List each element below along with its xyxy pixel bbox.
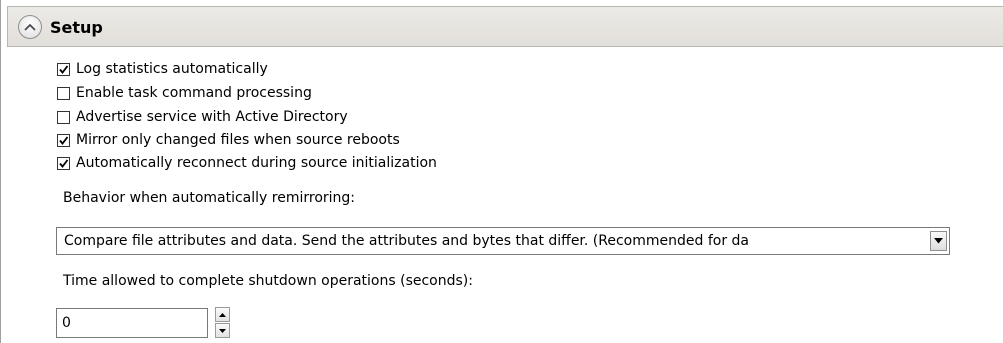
- remirror-label: Behavior when automatically remirroring:: [63, 190, 356, 206]
- section-title: Setup: [50, 18, 103, 37]
- option-label: Log statistics automatically: [76, 61, 268, 77]
- check-icon: [59, 64, 69, 74]
- checkbox[interactable]: [57, 133, 70, 147]
- spin-up-icon: [219, 312, 226, 317]
- option-auto-reconnect[interactable]: Automatically reconnect during source in…: [57, 154, 437, 172]
- option-label: Mirror only changed files when source re…: [76, 132, 400, 148]
- collapse-button[interactable]: [18, 15, 42, 39]
- shutdown-label: Time allowed to complete shutdown operat…: [63, 273, 473, 289]
- checkbox[interactable]: [57, 62, 70, 76]
- check-icon: [59, 135, 69, 145]
- checkbox[interactable]: [57, 110, 70, 124]
- remirror-select[interactable]: Compare file attributes and data. Send t…: [56, 227, 950, 255]
- option-label: Automatically reconnect during source in…: [76, 155, 437, 171]
- spin-down-icon: [219, 328, 226, 333]
- spin-down-button[interactable]: [215, 323, 230, 338]
- remirror-selected-value: Compare file attributes and data. Send t…: [64, 233, 750, 249]
- checkbox[interactable]: [57, 86, 70, 100]
- spin-up-button[interactable]: [215, 307, 230, 322]
- setup-panel: Setup Log statistics automatically Enabl…: [0, 0, 1003, 343]
- section-header[interactable]: Setup: [7, 6, 1003, 47]
- checkbox[interactable]: [57, 156, 70, 170]
- option-label: Enable task command processing: [76, 85, 312, 101]
- option-mirror-changed[interactable]: Mirror only changed files when source re…: [57, 131, 400, 149]
- option-log-statistics[interactable]: Log statistics automatically: [57, 60, 268, 78]
- dropdown-button[interactable]: [930, 231, 947, 251]
- shutdown-seconds-input[interactable]: 0: [56, 308, 208, 338]
- option-task-command[interactable]: Enable task command processing: [57, 84, 312, 102]
- chevron-up-icon: [24, 23, 36, 31]
- option-active-directory[interactable]: Advertise service with Active Directory: [57, 108, 348, 126]
- option-label: Advertise service with Active Directory: [76, 109, 348, 125]
- check-icon: [59, 158, 69, 168]
- chevron-down-icon: [934, 238, 943, 244]
